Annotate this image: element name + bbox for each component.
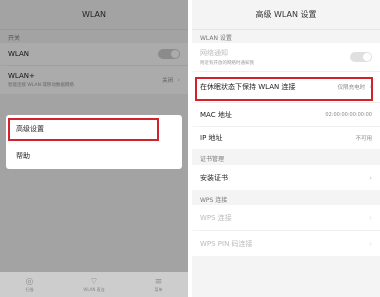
ip-address-value: 不可用 xyxy=(355,136,372,142)
wlan-direct-label: WLAN 直连 xyxy=(83,286,105,292)
section-label-wlan: WLAN 设置 xyxy=(200,35,232,42)
highlight-keep-wlan xyxy=(195,77,373,101)
advanced-wlan-settings-screen: 高级 WLAN 设置 WLAN 设置 网络通知 附近有开放的网络时通知我 在休眠… xyxy=(192,0,380,297)
menu-label: 菜单 xyxy=(154,286,163,292)
ip-address-row: IP 地址 不可用 xyxy=(192,127,380,149)
network-notify-toggle[interactable] xyxy=(350,52,372,62)
wps-pin-connect-row[interactable]: WPS PIN 码连接 › xyxy=(192,231,380,256)
scan-label: 扫描 xyxy=(25,286,34,292)
mac-address-value: 02:00:00:00:00:00 xyxy=(325,111,372,118)
section-label-certificates: 证书管理 xyxy=(200,156,225,163)
install-certificate-label: 安装证书 xyxy=(200,173,228,182)
wlan-screen: WLAN 开关 WLAN WLAN+ 智能连接 WLAN 或移动数据网络 关闭 … xyxy=(0,0,188,297)
install-certificate-row[interactable]: 安装证书 › xyxy=(192,165,380,190)
scan-button[interactable]: ◎ 扫描 xyxy=(24,277,34,293)
wps-connect-row[interactable]: WPS 连接 › xyxy=(192,205,380,230)
scan-icon: ◎ xyxy=(25,276,34,287)
wlan-direct-button[interactable]: ⌔ WLAN 直连 xyxy=(83,277,104,293)
wlan-direct-icon: ⌔ xyxy=(89,276,99,287)
menu-button[interactable]: ≡ 菜单 xyxy=(154,277,164,293)
wps-pin-connect-label: WPS PIN 码连接 xyxy=(200,239,253,248)
mac-address-row: MAC 地址 02:00:00:00:00:00 xyxy=(192,103,380,126)
chevron-right-icon: › xyxy=(369,173,372,182)
bottom-bar: ◎ 扫描 ⌔ WLAN 直连 ≡ 菜单 xyxy=(0,272,188,297)
menu-icon: ≡ xyxy=(154,276,163,287)
chevron-right-icon: › xyxy=(369,239,372,248)
menu-item-help[interactable]: 帮助 xyxy=(6,142,182,169)
network-notify-label: 网络通知 xyxy=(200,49,228,57)
highlight-advanced-settings xyxy=(8,118,159,141)
ip-address-label: IP 地址 xyxy=(200,134,223,142)
network-notify-row[interactable]: 网络通知 附近有开放的网络时通知我 xyxy=(192,43,380,71)
wps-connect-label: WPS 连接 xyxy=(200,213,232,222)
chevron-right-icon: › xyxy=(369,213,372,222)
section-label-wps: WPS 连接 xyxy=(200,197,228,204)
network-notify-subtitle: 附近有开放的网络时通知我 xyxy=(200,61,254,66)
page-title: 高级 WLAN 设置 xyxy=(192,0,380,30)
mac-address-label: MAC 地址 xyxy=(200,110,232,119)
